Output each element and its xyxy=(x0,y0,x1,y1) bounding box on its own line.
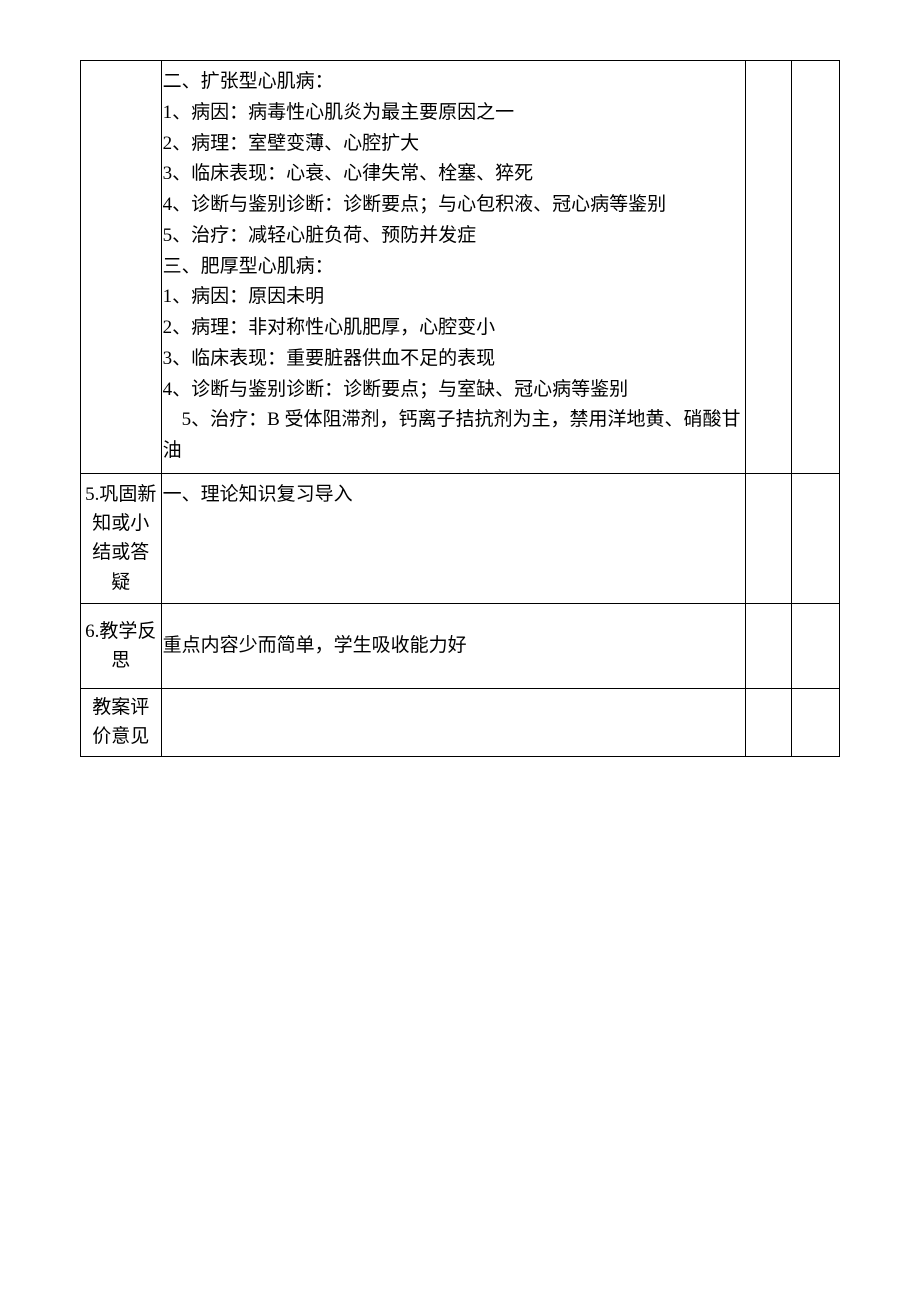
row7-content-cell xyxy=(161,688,746,756)
row4-line-12: 5、治疗：B 受体阻滞剂，钙离子拮抗剂为主，禁用洋地黄、硝酸甘油 xyxy=(163,405,744,467)
lesson-plan-table: 二、扩张型心肌病： 1、病因：病毒性心肌炎为最主要原因之一 2、病理：室壁变薄、… xyxy=(80,60,840,757)
row4-col4 xyxy=(791,61,839,474)
row7-label-cell: 教案评价意见 xyxy=(81,688,162,756)
row4-line-3: 2、病理：室壁变薄、心腔扩大 xyxy=(163,129,744,160)
row4-line-7: 三、肥厚型心肌病： xyxy=(163,252,744,283)
row5-label-num: 5. xyxy=(85,484,99,505)
row5-col3 xyxy=(746,473,791,603)
row4-line-4: 3、临床表现：心衰、心律失常、栓塞、猝死 xyxy=(163,159,744,190)
row5-content-cell: 一、理论知识复习导入 xyxy=(161,473,746,603)
row4-label-cell xyxy=(81,61,162,474)
row4-line-2: 1、病因：病毒性心肌炎为最主要原因之一 xyxy=(163,98,744,129)
content-row-7: 教案评价意见 xyxy=(81,688,840,756)
content-row-5: 5.巩固新知或小结或答疑 一、理论知识复习导入 xyxy=(81,473,840,603)
row6-col4 xyxy=(791,603,839,688)
row6-col3 xyxy=(746,603,791,688)
row4-content-block: 二、扩张型心肌病： 1、病因：病毒性心肌炎为最主要原因之一 2、病理：室壁变薄、… xyxy=(162,65,744,469)
row4-line-10: 3、临床表现：重要脏器供血不足的表现 xyxy=(163,344,744,375)
content-row-4: 二、扩张型心肌病： 1、病因：病毒性心肌炎为最主要原因之一 2、病理：室壁变薄、… xyxy=(81,61,840,474)
row4-line-6: 5、治疗：减轻心脏负荷、预防并发症 xyxy=(163,221,744,252)
row4-line-8: 1、病因：原因未明 xyxy=(163,282,744,313)
row6-content-cell: 重点内容少而简单，学生吸收能力好 xyxy=(161,603,746,688)
row4-col3 xyxy=(746,61,791,474)
row5-label-cell: 5.巩固新知或小结或答疑 xyxy=(81,473,162,603)
row4-content-cell: 二、扩张型心肌病： 1、病因：病毒性心肌炎为最主要原因之一 2、病理：室壁变薄、… xyxy=(161,61,746,474)
row6-content-text: 重点内容少而简单，学生吸收能力好 xyxy=(163,631,744,662)
row7-label-text: 教案评价意见 xyxy=(92,697,149,747)
row4-line-5: 4、诊断与鉴别诊断：诊断要点；与心包积液、冠心病等鉴别 xyxy=(163,190,744,221)
row5-label-text: 巩固新知或小结或答疑 xyxy=(92,484,156,593)
row6-label-cell: 6.教学反思 xyxy=(81,603,162,688)
row6-label-num: 6. xyxy=(85,621,99,642)
row4-line-11: 4、诊断与鉴别诊断：诊断要点；与室缺、冠心病等鉴别 xyxy=(163,375,744,406)
row4-line-9: 2、病理：非对称性心肌肥厚，心腔变小 xyxy=(163,313,744,344)
row5-content-text: 一、理论知识复习导入 xyxy=(163,480,744,511)
row5-col4 xyxy=(791,473,839,603)
row4-line-1: 二、扩张型心肌病： xyxy=(163,67,744,98)
row6-label-text: 教学反思 xyxy=(99,621,156,671)
row7-col3 xyxy=(746,688,791,756)
row7-col4 xyxy=(791,688,839,756)
content-row-6: 6.教学反思 重点内容少而简单，学生吸收能力好 xyxy=(81,603,840,688)
